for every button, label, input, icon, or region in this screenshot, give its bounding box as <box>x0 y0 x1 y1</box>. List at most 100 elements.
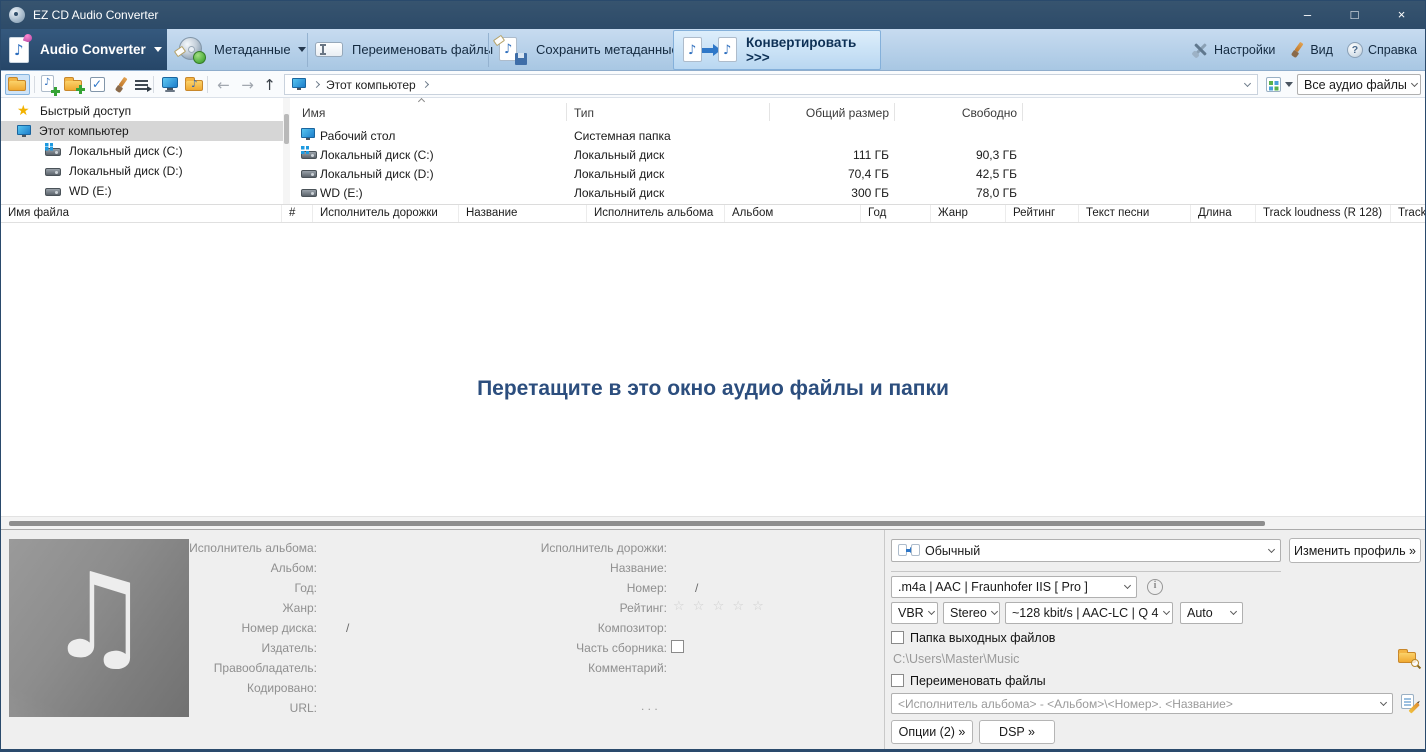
format-select[interactable]: .m4a | AAC | Fraunhofer IIS [ Pro ] <box>891 576 1137 598</box>
output-path-value[interactable]: C:\Users\Master\Music <box>893 652 1019 666</box>
select-all-button[interactable] <box>85 74 110 95</box>
disc-number-value[interactable]: / <box>346 621 349 635</box>
tree-item-label: Локальный диск (C:) <box>69 144 183 158</box>
file-size: 300 ГБ <box>781 186 889 200</box>
add-folder-icon <box>64 77 83 92</box>
tree-item-disk-c[interactable]: Локальный диск (C:) <box>1 141 283 161</box>
file-row-desktop[interactable]: Рабочий стол Системная папка <box>291 126 1425 145</box>
track-col-album-artist[interactable]: Исполнитель альбома <box>587 205 725 222</box>
track-col-year[interactable]: Год <box>861 205 931 222</box>
music-folder-button[interactable]: ♪ <box>182 74 207 95</box>
arrow-left-icon: ← <box>217 76 230 94</box>
track-col-loudness[interactable]: Track loudness (R 128) <box>1256 205 1391 222</box>
rating-stars[interactable]: ☆ ☆ ☆ ☆ ☆ <box>673 600 766 614</box>
dsp-button[interactable]: DSP » <box>979 720 1055 744</box>
album-art-placeholder[interactable]: ♫ <box>9 539 189 717</box>
arrow-up-icon: ↑ <box>263 76 276 94</box>
chevron-down-icon <box>1162 608 1169 615</box>
save-metadata-button[interactable]: ♪ Сохранить метаданные <box>495 29 679 70</box>
list-options-button[interactable] <box>130 74 155 95</box>
track-col-filename[interactable]: Имя файла <box>1 205 282 222</box>
track-col-lyrics[interactable]: Текст песни <box>1079 205 1191 222</box>
drop-area[interactable]: Перетащите в это окно аудио файлы и папк… <box>1 223 1425 516</box>
browse-folder-icon[interactable] <box>1398 649 1419 666</box>
tree-item-disk-e[interactable]: WD (E:) <box>1 181 283 201</box>
number-label: Номер: <box>501 581 667 595</box>
bitrate-mode-select[interactable]: VBR <box>891 602 938 624</box>
track-col-track[interactable]: Track <box>1391 205 1426 222</box>
edit-pattern-icon[interactable] <box>1401 694 1419 711</box>
url-label: URL: <box>181 701 317 715</box>
rename-files-label[interactable]: Переименовать файлы <box>910 674 1046 688</box>
track-col-genre[interactable]: Жанр <box>931 205 1006 222</box>
output-folder-label[interactable]: Папка выходных файлов <box>910 631 1055 645</box>
tree-item-quick-access[interactable]: Быстрый доступ <box>1 101 283 121</box>
file-row-disk-d[interactable]: Локальный диск (D:) Локальный диск 70,4 … <box>291 164 1425 183</box>
bitrate-select[interactable]: ~128 kbit/s | AAC-LC | Q 4 <box>1005 602 1173 624</box>
minimize-button[interactable]: – <box>1284 1 1331 29</box>
rename-files-button[interactable]: Переименовать файлы <box>315 29 493 70</box>
track-col-album[interactable]: Альбом <box>725 205 861 222</box>
settings-button[interactable]: Настройки <box>1192 41 1275 58</box>
tree-scrollbar[interactable] <box>283 98 290 204</box>
tree-item-disk-d[interactable]: Локальный диск (D:) <box>1 161 283 181</box>
chevron-down-icon <box>1285 82 1293 87</box>
column-header-free[interactable]: Свободно <box>911 106 1017 120</box>
comment-label: Комментарий: <box>501 661 667 675</box>
nav-divider <box>34 76 35 93</box>
compilation-checkbox[interactable] <box>671 640 684 653</box>
home-folder-button[interactable] <box>5 74 30 95</box>
track-col-track-artist[interactable]: Исполнитель дорожки <box>313 205 459 222</box>
metadata-more-ellipsis[interactable]: . . . <box>641 699 658 713</box>
add-folder-button[interactable] <box>61 74 86 95</box>
disc-number-label: Номер диска: <box>181 621 317 635</box>
options-button[interactable]: Опции (2) » <box>891 720 973 744</box>
format-info-icon[interactable] <box>1147 579 1163 595</box>
help-button[interactable]: Справка <box>1347 42 1417 58</box>
breadcrumb-dropdown-icon[interactable] <box>1244 79 1251 86</box>
channels-select[interactable]: Stereo <box>943 602 1000 624</box>
column-header-type[interactable]: Тип <box>574 106 754 120</box>
number-value[interactable]: / <box>695 581 698 595</box>
file-row-disk-e[interactable]: WD (E:) Локальный диск 300 ГБ 78,0 ГБ <box>291 183 1425 202</box>
brush-icon <box>1289 42 1305 58</box>
audio-converter-menu-button[interactable]: ♪ Audio Converter <box>1 29 167 70</box>
toolbar-divider <box>307 33 308 67</box>
track-col-rating[interactable]: Рейтинг <box>1006 205 1079 222</box>
horizontal-scrollbar[interactable] <box>1 516 1425 529</box>
computer-view-button[interactable] <box>157 74 182 95</box>
file-filter-select[interactable]: Все аудио файлы <box>1297 74 1421 95</box>
file-free: 42,5 ГБ <box>911 167 1017 181</box>
rename-pattern-select[interactable]: <Исполнитель альбома> - <Альбом>\<Номер>… <box>891 693 1393 714</box>
samplerate-select[interactable]: Auto <box>1180 602 1243 624</box>
scrollbar-thumb[interactable] <box>284 114 289 144</box>
disk-icon <box>45 165 62 178</box>
rename-files-checkbox[interactable] <box>891 674 904 687</box>
breadcrumb-root[interactable]: Этот компьютер <box>326 78 416 92</box>
convert-button[interactable]: ♪♪ Конвертировать >>> <box>673 30 881 70</box>
up-button[interactable]: ↑ <box>257 74 282 95</box>
view-button[interactable]: Вид <box>1289 42 1333 58</box>
file-size: 70,4 ГБ <box>781 167 889 181</box>
view-mode-button[interactable] <box>1263 74 1295 95</box>
chevron-down-icon <box>1124 582 1131 589</box>
column-header-name[interactable]: Имя <box>302 106 552 120</box>
edit-profile-button[interactable]: Изменить профиль » <box>1289 538 1421 563</box>
clear-brush-icon <box>113 77 129 93</box>
column-header-size[interactable]: Общий размер <box>781 106 889 120</box>
close-button[interactable]: × <box>1378 1 1425 29</box>
track-col-number[interactable]: # <box>282 205 313 222</box>
metadata-menu-button[interactable]: Метаданные <box>177 29 306 70</box>
file-row-disk-c[interactable]: Локальный диск (C:) Локальный диск 111 Г… <box>291 145 1425 164</box>
profile-select[interactable]: Обычный <box>891 539 1281 562</box>
back-button[interactable]: ← <box>211 74 236 95</box>
maximize-button[interactable]: □ <box>1331 1 1378 29</box>
add-audio-files-button[interactable]: ♪ <box>37 74 62 95</box>
home-folder-icon <box>8 77 27 92</box>
track-col-title[interactable]: Название <box>459 205 587 222</box>
output-folder-checkbox[interactable] <box>891 631 904 644</box>
tree-item-this-computer[interactable]: Этот компьютер <box>1 121 283 141</box>
scrollbar-thumb[interactable] <box>9 521 1265 526</box>
track-col-length[interactable]: Длина <box>1191 205 1256 222</box>
breadcrumb[interactable]: Этот компьютер <box>284 74 1258 95</box>
